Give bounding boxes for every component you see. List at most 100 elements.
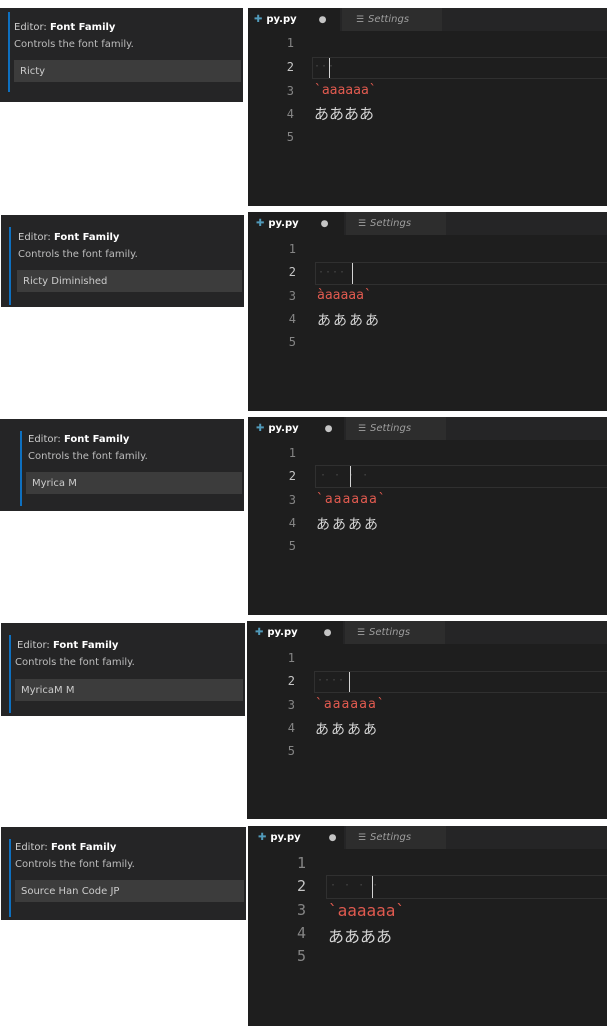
- text-cursor: [350, 466, 351, 487]
- current-line-highlight: [315, 262, 607, 285]
- code-editor-source-han-code-jp[interactable]: ✚ py.py ● ☰ Settings 1 2 3 4 5 · · · · `…: [248, 826, 607, 1026]
- font-family-input[interactable]: Ricty: [14, 60, 241, 82]
- setting-description: Controls the font family.: [15, 859, 135, 870]
- line-number: 5: [296, 947, 306, 965]
- code-editor-myrica-m[interactable]: ✚ py.py ● ☰ Settings 1 2 3 4 5 · · · · `…: [248, 417, 607, 615]
- setting-title: Editor: Font Family: [14, 22, 115, 33]
- text-cursor: [329, 58, 330, 78]
- tab-label: Settings: [370, 423, 412, 434]
- tab-settings[interactable]: ☰ Settings: [346, 826, 446, 849]
- setting-focus-indicator: [9, 839, 11, 917]
- line-number: 1: [288, 242, 296, 256]
- tab-py-py[interactable]: ✚ py.py ●: [248, 8, 340, 31]
- dot-icon[interactable]: ●: [325, 424, 333, 434]
- setting-title-prefix: Editor:: [18, 232, 51, 243]
- setting-focus-indicator: [8, 12, 10, 92]
- font-family-setting-ricty: Editor: Font Family Controls the font fa…: [0, 8, 243, 102]
- code-line-string: `aaaaaa`: [315, 697, 386, 712]
- code-editor-ricty[interactable]: ✚ py.py ● ☰ Settings 1 2 3 4 5 ··· `aaaa…: [248, 8, 607, 206]
- python-icon: ✚: [256, 423, 265, 434]
- tab-settings[interactable]: ☰ Settings: [346, 417, 446, 440]
- tab-bar: ✚ py.py ● ☰ Settings: [248, 212, 607, 235]
- current-line-highlight: [314, 671, 607, 693]
- tab-label: py.py: [270, 832, 301, 843]
- font-family-input[interactable]: Myrica M: [26, 472, 242, 494]
- font-family-setting-myrica-m: Editor: Font Family Controls the font fa…: [0, 419, 244, 511]
- line-number: 2: [288, 469, 296, 483]
- line-number: 4: [286, 107, 294, 121]
- line-number: 4: [288, 312, 296, 326]
- line-number: 3: [296, 901, 306, 919]
- setting-description: Controls the font family.: [18, 249, 138, 260]
- text-cursor: [372, 876, 373, 898]
- code-editor-ricty-diminished[interactable]: ✚ py.py ● ☰ Settings 1 2 3 4 5 ···· àaaa…: [248, 212, 607, 411]
- tab-bar: ✚ py.py ● ☰ Settings: [247, 621, 607, 644]
- setting-title-prefix: Editor:: [15, 842, 48, 853]
- tab-settings[interactable]: ☰ Settings: [346, 212, 446, 235]
- line-number: 1: [287, 651, 295, 665]
- line-number: 5: [288, 539, 296, 553]
- line-number: 4: [287, 721, 295, 735]
- python-icon: ✚: [256, 218, 265, 229]
- setting-description: Controls the font family.: [28, 451, 148, 462]
- tab-py-py[interactable]: ✚ py.py ●: [247, 621, 343, 644]
- code-line-japanese: ああああ: [316, 517, 380, 533]
- setting-title-name: Font Family: [53, 232, 120, 243]
- tab-label: Settings: [370, 218, 412, 229]
- code-line-japanese: ああああ: [317, 313, 381, 329]
- whitespace-dots: · · · ·: [320, 470, 370, 481]
- code-line-string: àaaaaa`: [317, 288, 372, 303]
- line-number: 1: [296, 854, 306, 872]
- tab-label: py.py: [268, 218, 299, 229]
- code-line-string: `aaaaaa`: [316, 492, 387, 507]
- setting-description: Controls the font family.: [15, 657, 135, 668]
- setting-title-name: Font Family: [50, 842, 117, 853]
- code-editor-myricam-m[interactable]: ✚ py.py ● ☰ Settings 1 2 3 4 5 ···· `aaa…: [247, 621, 607, 819]
- whitespace-dots: ····: [318, 267, 347, 278]
- tab-py-py[interactable]: ✚ py.py ●: [248, 826, 344, 849]
- tab-bar: ✚ py.py ● ☰ Settings: [248, 417, 607, 440]
- python-icon: ✚: [255, 627, 264, 638]
- tab-settings[interactable]: ☰ Settings: [342, 8, 442, 31]
- font-family-setting-ricty-diminished: Editor: Font Family Controls the font fa…: [1, 215, 244, 307]
- font-family-input[interactable]: MyricaM M: [15, 679, 243, 701]
- python-icon: ✚: [258, 832, 267, 843]
- whitespace-dots: ····: [317, 675, 346, 686]
- dot-icon[interactable]: ●: [321, 219, 329, 229]
- line-number: 2: [287, 674, 295, 688]
- code-line-string: `aaaaaa`: [314, 83, 377, 98]
- setting-title-prefix: Editor:: [28, 434, 61, 445]
- font-family-setting-source-han-code-jp: Editor: Font Family Controls the font fa…: [1, 827, 246, 920]
- line-number: 4: [296, 924, 306, 942]
- setting-title-name: Font Family: [49, 22, 116, 33]
- dot-icon[interactable]: ●: [319, 15, 327, 25]
- tab-label: py.py: [267, 627, 298, 638]
- whitespace-dots: ···: [314, 61, 336, 72]
- settings-file-icon: ☰: [357, 627, 366, 638]
- code-line-japanese: ああああ: [314, 105, 375, 123]
- font-family-input[interactable]: Ricty Diminished: [17, 270, 242, 292]
- line-number: 2: [296, 877, 306, 895]
- tab-py-py[interactable]: ✚ py.py ●: [248, 417, 344, 440]
- setting-title-prefix: Editor:: [17, 640, 50, 651]
- tab-bar: ✚ py.py ● ☰ Settings: [248, 8, 607, 31]
- line-number: 1: [286, 36, 294, 50]
- dot-icon[interactable]: ●: [324, 628, 332, 638]
- line-number: 2: [288, 265, 296, 279]
- line-number: 3: [288, 493, 296, 507]
- line-number: 1: [288, 446, 296, 460]
- setting-title-name: Font Family: [52, 640, 119, 651]
- dot-icon[interactable]: ●: [329, 833, 337, 843]
- font-family-input[interactable]: Source Han Code JP: [15, 880, 244, 902]
- python-icon: ✚: [254, 14, 263, 25]
- setting-focus-indicator: [9, 635, 11, 713]
- tab-settings[interactable]: ☰ Settings: [345, 621, 445, 644]
- tab-py-py[interactable]: ✚ py.py ●: [248, 212, 344, 235]
- line-number: 5: [287, 744, 295, 758]
- current-line-highlight: [312, 57, 607, 79]
- tab-bar: ✚ py.py ● ☰ Settings: [248, 826, 607, 849]
- tab-label: py.py: [268, 423, 299, 434]
- line-number: 2: [286, 60, 294, 74]
- code-line-string: `aaaaaa`: [328, 901, 406, 920]
- tab-label: py.py: [266, 14, 297, 25]
